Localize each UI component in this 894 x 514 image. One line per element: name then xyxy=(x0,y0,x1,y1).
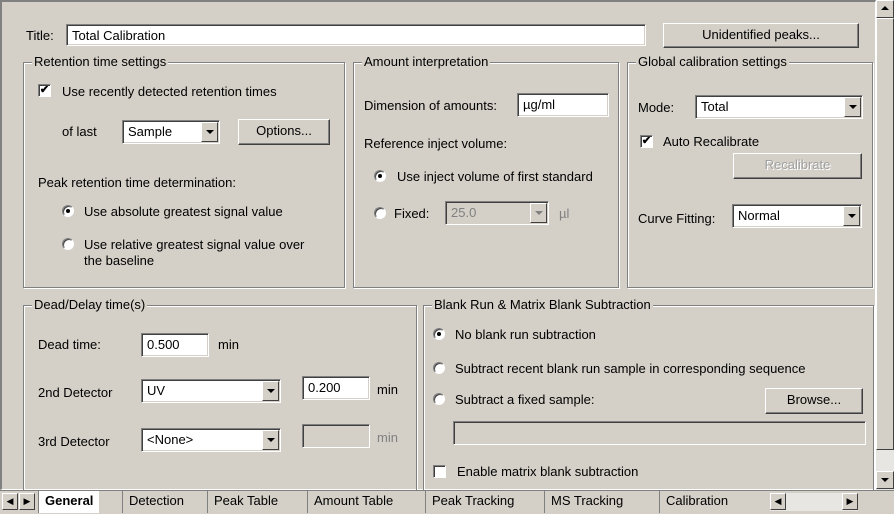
scroll-down-button[interactable] xyxy=(876,471,894,489)
title-label: Title: xyxy=(26,28,54,43)
fixed-volume-radio[interactable] xyxy=(374,207,386,219)
ref-inject-volume-label: Reference inject volume: xyxy=(364,136,508,151)
chevron-down-icon[interactable] xyxy=(262,430,279,450)
tab-detection[interactable]: Detection xyxy=(122,491,190,513)
fixed-volume-unit: µl xyxy=(559,206,570,221)
dead-time-unit: min xyxy=(218,337,239,352)
matrix-blank-checkbox[interactable] xyxy=(433,465,446,478)
use-recent-rt-checkbox[interactable]: ✔ xyxy=(38,84,51,97)
fixed-sample-label: Subtract a fixed sample: xyxy=(455,392,595,407)
mode-select[interactable]: Total xyxy=(695,95,863,119)
auto-recalibrate-checkbox[interactable]: ✔ xyxy=(640,135,653,148)
dimension-label: Dimension of amounts: xyxy=(364,98,497,113)
chevron-down-icon[interactable] xyxy=(843,206,860,226)
tab-ms-tracking[interactable]: MS Tracking xyxy=(544,491,629,513)
options-button[interactable]: Options... xyxy=(238,119,330,145)
recalibrate-button: Recalibrate xyxy=(733,153,862,179)
hscroll-left-icon[interactable]: ◀ xyxy=(770,493,786,510)
tab-peak-table[interactable]: Peak Table xyxy=(207,491,284,513)
settings-panel: Title: Total Calibration Unidentified pe… xyxy=(0,0,876,491)
scroll-up-button[interactable] xyxy=(876,0,894,18)
tab-scroll-left-icon[interactable]: ◀ xyxy=(2,493,18,510)
mode-value: Total xyxy=(701,99,729,114)
tab-general[interactable]: General xyxy=(38,491,100,513)
absolute-signal-label: Use absolute greatest signal value xyxy=(84,204,283,219)
relative-signal-label-line1: Use relative greatest signal value over xyxy=(84,237,305,252)
relative-signal-label-line2: the baseline xyxy=(84,253,155,268)
vertical-scrollbar[interactable] xyxy=(876,0,894,490)
amount-interpretation-group-title: Amount interpretation xyxy=(362,54,491,69)
fixed-sample-path-input xyxy=(453,421,866,445)
of-last-select[interactable]: Sample xyxy=(122,120,220,144)
third-detector-time-input xyxy=(302,424,370,448)
chevron-down-icon xyxy=(530,203,547,223)
peak-rt-determination-label: Peak retention time determination: xyxy=(38,175,236,190)
chevron-down-icon[interactable] xyxy=(201,122,218,142)
browse-button[interactable]: Browse... xyxy=(765,388,863,414)
blank-run-group-title: Blank Run & Matrix Blank Subtraction xyxy=(432,297,653,312)
fixed-volume-value: 25.0 xyxy=(451,205,477,220)
dimension-input[interactable]: µg/ml xyxy=(517,93,609,117)
of-last-label: of last xyxy=(62,124,97,139)
second-detector-label: 2nd Detector xyxy=(38,385,113,400)
title-input[interactable]: Total Calibration xyxy=(66,24,646,46)
chevron-down-icon[interactable] xyxy=(844,97,861,117)
third-detector-select[interactable]: <None> xyxy=(141,428,281,452)
scroll-thumb[interactable] xyxy=(876,18,894,450)
arrow-down-icon xyxy=(881,478,889,482)
tab-strip: ◀ ▶ General Detection Peak Table Amount … xyxy=(0,490,894,514)
third-detector-value: <None> xyxy=(147,432,194,447)
tab-horizontal-scrollbar[interactable]: ◀ ▶ xyxy=(770,493,858,511)
fixed-volume-label: Fixed: xyxy=(394,206,430,221)
tab-scroll-right-icon[interactable]: ▶ xyxy=(19,493,35,510)
global-calibration-group-title: Global calibration settings xyxy=(636,54,789,69)
recent-blank-radio[interactable] xyxy=(433,362,445,374)
matrix-blank-label: Enable matrix blank subtraction xyxy=(457,464,639,479)
unidentified-peaks-button[interactable]: Unidentified peaks... xyxy=(663,23,859,48)
arrow-up-icon xyxy=(881,6,889,10)
curve-fitting-label: Curve Fitting: xyxy=(638,211,716,226)
retention-time-group-title: Retention time settings xyxy=(32,54,169,69)
third-detector-label: 3rd Detector xyxy=(38,434,110,449)
first-standard-radio[interactable] xyxy=(374,170,386,182)
no-blank-radio[interactable] xyxy=(433,328,445,340)
chevron-down-icon[interactable] xyxy=(262,381,279,401)
dead-delay-group-title: Dead/Delay time(s) xyxy=(32,297,148,312)
first-standard-label: Use inject volume of first standard xyxy=(397,169,593,184)
use-recent-rt-label: Use recently detected retention times xyxy=(62,84,277,99)
curve-fitting-select[interactable]: Normal xyxy=(732,204,862,228)
second-detector-time-input[interactable]: 0.200 xyxy=(302,376,370,400)
no-blank-label: No blank run subtraction xyxy=(455,327,596,342)
second-detector-select[interactable]: UV xyxy=(141,379,281,403)
dead-time-label: Dead time: xyxy=(38,337,101,352)
absolute-signal-radio[interactable] xyxy=(62,205,74,217)
fixed-sample-radio[interactable] xyxy=(433,393,445,405)
tab-peak-tracking[interactable]: Peak Tracking xyxy=(425,491,520,513)
dead-time-input[interactable]: 0.500 xyxy=(141,333,209,357)
auto-recalibrate-label: Auto Recalibrate xyxy=(663,134,760,149)
tab-calibration[interactable]: Calibration xyxy=(659,491,734,513)
of-last-value: Sample xyxy=(128,124,173,139)
second-detector-unit: min xyxy=(377,382,398,397)
third-detector-unit: min xyxy=(377,430,398,445)
mode-label: Mode: xyxy=(638,100,675,115)
fixed-volume-select: 25.0 xyxy=(445,201,549,225)
recent-blank-label: Subtract recent blank run sample in corr… xyxy=(455,361,806,376)
tab-amount-table[interactable]: Amount Table xyxy=(307,491,399,513)
second-detector-value: UV xyxy=(147,383,166,398)
hscroll-right-icon[interactable]: ▶ xyxy=(842,493,858,510)
relative-signal-radio[interactable] xyxy=(62,238,74,250)
curve-fitting-value: Normal xyxy=(738,208,780,223)
